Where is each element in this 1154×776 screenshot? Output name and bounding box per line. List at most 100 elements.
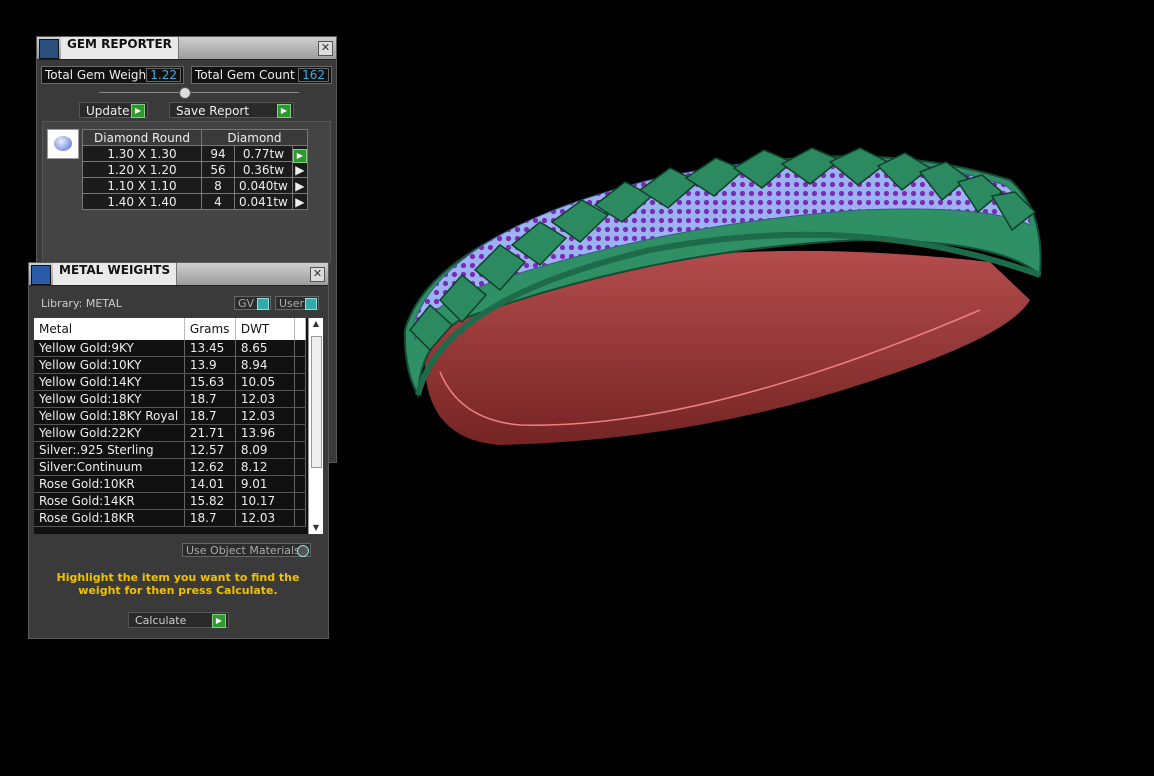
gem-row-expand[interactable]: ▶ bbox=[291, 161, 308, 178]
metal-name: Rose Gold:10KR bbox=[34, 475, 185, 493]
metal-weights-titlebar[interactable]: METAL WEIGHTS ✕ bbox=[29, 263, 328, 286]
play-arrow-icon: ▶ bbox=[295, 194, 305, 209]
metal-dwt: 9.01 bbox=[235, 475, 295, 493]
gem-reporter-titlebar[interactable]: GEM REPORTER ✕ bbox=[37, 37, 336, 60]
total-gem-weight-field: Total Gem Weight 1.22 bbox=[41, 66, 184, 84]
scroll-up-icon[interactable]: ▲ bbox=[309, 318, 323, 330]
metal-row[interactable]: Rose Gold:10KR 14.01 9.01 bbox=[34, 475, 307, 493]
toggle-knob bbox=[257, 298, 269, 310]
calculate-button-label: Calculate bbox=[135, 614, 187, 627]
calculate-button[interactable]: Calculate ▶ bbox=[128, 612, 229, 628]
gem-weight: 0.040tw bbox=[234, 177, 293, 194]
update-button-label: Update bbox=[86, 104, 130, 118]
save-report-button[interactable]: Save Report ▶ bbox=[169, 102, 294, 118]
gv-toggle-label: GV bbox=[238, 297, 255, 310]
gem-reporter-app-icon bbox=[39, 39, 59, 59]
use-object-materials-label: Use Object Materials bbox=[186, 544, 300, 557]
scroll-down-icon[interactable]: ▼ bbox=[309, 522, 323, 534]
metal-row[interactable]: Yellow Gold:10KY 13.9 8.94 bbox=[34, 356, 307, 374]
metal-dwt: 12.03 bbox=[235, 407, 295, 425]
gem-count: 94 bbox=[201, 145, 235, 162]
gem-size: 1.10 X 1.10 bbox=[82, 177, 202, 194]
metal-grams: 12.62 bbox=[184, 458, 236, 476]
grams-column-header[interactable]: Grams bbox=[184, 318, 236, 340]
metal-grams: 18.7 bbox=[184, 509, 236, 527]
metal-dwt: 8.09 bbox=[235, 441, 295, 459]
user-toggle-label: User bbox=[279, 297, 305, 310]
gem-material-header: Diamond bbox=[201, 129, 308, 146]
metal-row[interactable]: Silver:.925 Sterling 12.57 8.09 bbox=[34, 441, 307, 459]
gv-toggle[interactable]: GV bbox=[234, 296, 271, 310]
gem-row[interactable]: 1.10 X 1.10 8 0.040tw ▶ bbox=[82, 177, 308, 194]
gem-row[interactable]: 1.20 X 1.20 56 0.36tw ▶ bbox=[82, 161, 308, 178]
metal-grams: 15.63 bbox=[184, 373, 236, 391]
gem-row-expand[interactable]: ▶ bbox=[291, 193, 308, 210]
gem-size: 1.40 X 1.40 bbox=[82, 193, 202, 210]
metal-dwt: 12.03 bbox=[235, 390, 295, 408]
metal-row[interactable]: Yellow Gold:9KY 13.45 8.65 bbox=[34, 340, 307, 357]
metal-grams: 13.9 bbox=[184, 356, 236, 374]
metal-grams: 18.7 bbox=[184, 390, 236, 408]
metal-dwt: 12.03 bbox=[235, 509, 295, 527]
gem-weight: 0.77tw bbox=[234, 145, 293, 162]
metal-row[interactable]: Rose Gold:14KR 15.82 10.17 bbox=[34, 492, 307, 510]
metal-name: Rose Gold:14KR bbox=[34, 492, 185, 510]
close-icon[interactable]: ✕ bbox=[318, 41, 333, 56]
metal-table-scrollbar[interactable]: ▲ ▼ bbox=[308, 318, 323, 534]
metal-table-container: Metal Grams DWT Yellow Gold:9KY 13.45 8.65… bbox=[34, 318, 323, 534]
toggle-knob bbox=[297, 545, 309, 557]
play-arrow-icon: ▶ bbox=[277, 104, 291, 118]
gem-row-expand[interactable]: ▶ bbox=[291, 177, 308, 194]
metal-name: Yellow Gold:18KY Royal bbox=[34, 407, 185, 425]
metal-row[interactable]: Rose Gold:18KR 18.7 12.03 bbox=[34, 509, 307, 527]
gem-row-expand[interactable]: ▶ bbox=[291, 145, 308, 163]
metal-name: Silver:Continuum bbox=[34, 458, 185, 476]
gem-count: 8 bbox=[201, 177, 235, 194]
close-icon[interactable]: ✕ bbox=[310, 267, 325, 282]
metal-grams: 18.7 bbox=[184, 407, 236, 425]
total-gem-weight-value: 1.22 bbox=[146, 68, 181, 82]
dwt-column-header[interactable]: DWT bbox=[235, 318, 295, 340]
play-arrow-icon: ▶ bbox=[212, 614, 226, 628]
scroll-thumb[interactable] bbox=[311, 336, 322, 468]
play-arrow-icon: ▶ bbox=[295, 162, 305, 177]
diamond-round-icon[interactable] bbox=[47, 129, 79, 159]
metal-table: Metal Grams DWT Yellow Gold:9KY 13.45 8.65… bbox=[34, 318, 307, 527]
metal-name: Yellow Gold:9KY bbox=[34, 340, 185, 357]
gem-count: 56 bbox=[201, 161, 235, 178]
total-gem-count-value: 162 bbox=[298, 68, 329, 82]
metal-row[interactable]: Yellow Gold:14KY 15.63 10.05 bbox=[34, 373, 307, 391]
gem-row[interactable]: 1.30 X 1.30 94 0.77tw ▶ bbox=[82, 145, 308, 163]
gem-shape-header: Diamond Round bbox=[82, 129, 202, 146]
metal-grams: 15.82 bbox=[184, 492, 236, 510]
metal-row[interactable]: Silver:Continuum 12.62 8.12 bbox=[34, 458, 307, 476]
play-arrow-icon: ▶ bbox=[131, 104, 145, 118]
calculate-hint-text: Highlight the item you want to find the … bbox=[56, 571, 300, 597]
play-arrow-icon: ▶ bbox=[295, 178, 305, 193]
gem-list-area: Diamond Round Diamond 1.30 X 1.30 94 0.7… bbox=[42, 121, 331, 263]
metal-grams: 21.71 bbox=[184, 424, 236, 442]
size-slider[interactable] bbox=[99, 87, 299, 99]
metal-row[interactable]: Yellow Gold:18KY Royal 18.7 12.03 bbox=[34, 407, 307, 425]
gem-weight: 0.36tw bbox=[234, 161, 293, 178]
metal-weights-title: METAL WEIGHTS bbox=[53, 263, 178, 285]
total-gem-weight-label: Total Gem Weight bbox=[45, 68, 151, 82]
metal-grams: 13.45 bbox=[184, 340, 236, 357]
metal-row[interactable]: Yellow Gold:18KY 18.7 12.03 bbox=[34, 390, 307, 408]
metal-row[interactable]: Yellow Gold:22KY 21.71 13.96 bbox=[34, 424, 307, 442]
gem-table: Diamond Round Diamond 1.30 X 1.30 94 0.7… bbox=[82, 129, 308, 210]
gem-size: 1.30 X 1.30 bbox=[82, 145, 202, 162]
use-object-materials-toggle[interactable]: Use Object Materials bbox=[182, 543, 311, 557]
gem-count: 4 bbox=[201, 193, 235, 210]
metal-weights-app-icon bbox=[31, 265, 51, 285]
metal-grams: 14.01 bbox=[184, 475, 236, 493]
update-button[interactable]: Update ▶ bbox=[79, 102, 148, 118]
metal-dwt: 10.05 bbox=[235, 373, 295, 391]
user-toggle[interactable]: User bbox=[275, 296, 319, 310]
metal-dwt: 8.65 bbox=[235, 340, 295, 357]
save-report-button-label: Save Report bbox=[176, 104, 250, 118]
total-gem-count-field: Total Gem Count 162 bbox=[191, 66, 332, 84]
gem-row[interactable]: 1.40 X 1.40 4 0.041tw ▶ bbox=[82, 193, 308, 210]
slider-handle[interactable] bbox=[179, 87, 191, 99]
metal-column-header[interactable]: Metal bbox=[34, 318, 185, 340]
